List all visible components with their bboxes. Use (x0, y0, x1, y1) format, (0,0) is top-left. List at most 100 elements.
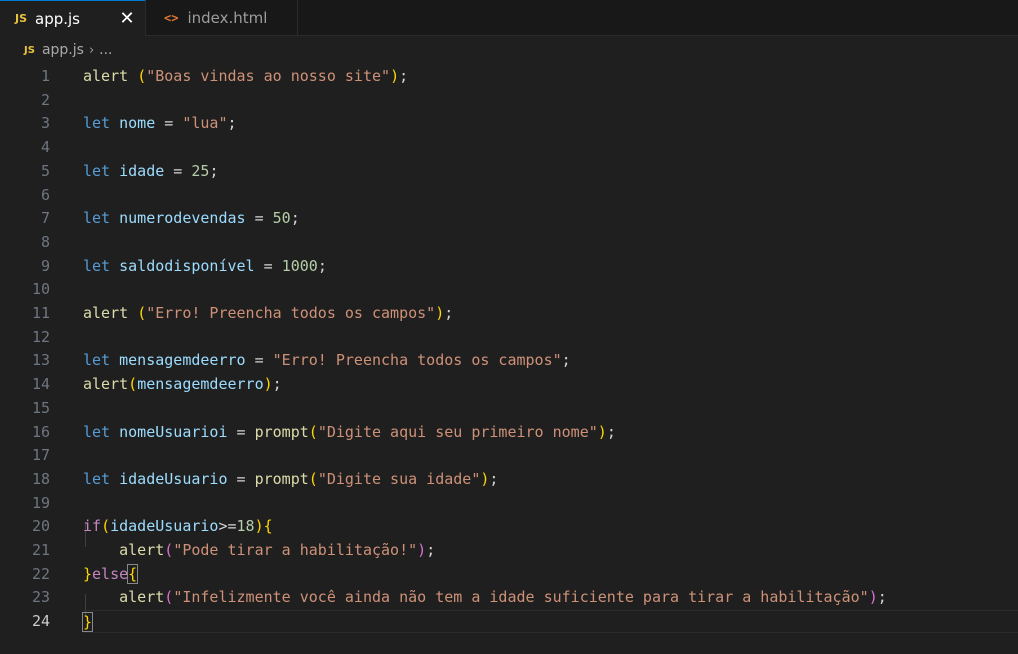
code-token: else (92, 564, 129, 583)
code-line[interactable]: 18 let idadeUsuario = prompt("Digite sua … (0, 468, 1018, 491)
code-line[interactable]: 22}else{ (0, 563, 1018, 586)
code-token: alert (119, 541, 165, 559)
code-token: alert (83, 304, 129, 322)
code-line[interactable]: 1 alert ("Boas vindas ao nosso site"); (0, 65, 1018, 88)
code-line[interactable]: 17 (0, 444, 1018, 467)
code-line[interactable]: 16 let nomeUsuarioi = prompt("Digite aqui… (0, 421, 1018, 444)
code-token: ( (137, 67, 147, 85)
code-token: let (83, 161, 111, 180)
code-line[interactable]: 11 alert ("Erro! Preencha todos os campos… (0, 302, 1018, 325)
code-line[interactable]: 3 let nome = "lua"; (0, 112, 1018, 135)
line-code: }else{ (83, 563, 1018, 586)
code-line[interactable]: 21 alert("Pode tirar a habilitação!"); (0, 539, 1018, 562)
line-number: 9 (40, 256, 50, 275)
line-number: 14 (31, 375, 50, 394)
code-line[interactable]: 13 let mensagemdeerro = "Erro! Preencha t… (0, 349, 1018, 372)
code-token: alert (119, 588, 165, 607)
line-code: let idadeUsuario = prompt("Digite sua id… (83, 468, 1018, 491)
code-line[interactable]: 10 (0, 278, 1018, 301)
line-code: let numerodevendas = 50; (83, 207, 1018, 230)
tab-label: index.html (187, 8, 268, 27)
line-number: 18 (31, 469, 50, 488)
chevron-right-icon: › (88, 42, 95, 58)
code-token: 1000 (281, 256, 318, 275)
code-token: ( (164, 588, 174, 607)
code-token: idadeUsuario (119, 469, 228, 488)
code-line[interactable]: 24} (0, 610, 1018, 634)
code-line[interactable]: 19 (0, 492, 1018, 515)
breadcrumb-more[interactable]: ... (99, 42, 112, 58)
code-line[interactable]: 7 let numerodevendas = 50; (0, 207, 1018, 230)
code-line[interactable]: 23 alert("Infelizmente você ainda não te… (0, 586, 1018, 609)
code-token: = (164, 161, 192, 180)
code-token: ( (308, 469, 318, 488)
close-icon[interactable]: ✕ (118, 8, 136, 29)
code-token: ( (128, 375, 138, 394)
line-code: let mensagemdeerro = "Erro! Preencha tod… (83, 349, 1018, 372)
line-number: 5 (40, 161, 50, 180)
code-token: ; (399, 67, 409, 85)
code-line[interactable]: 5 let idade = 25; (0, 160, 1018, 183)
code-line[interactable]: 15 (0, 397, 1018, 420)
code-token: idadeUsuario (110, 517, 219, 536)
code-line[interactable]: 9 let saldodisponível = 1000; (0, 255, 1018, 278)
breadcrumb-file[interactable]: app.js (42, 42, 84, 58)
code-token: ( (137, 304, 147, 322)
code-line[interactable]: 14 alert(mensagemdeerro); (0, 373, 1018, 396)
code-token: ; (272, 375, 282, 394)
code-line[interactable]: 4 (0, 136, 1018, 159)
code-line[interactable]: 6 (0, 184, 1018, 207)
code-editor[interactable]: 1 alert ("Boas vindas ao nosso site"); 2 3 l… (0, 64, 1018, 654)
code-token: let (83, 351, 111, 370)
code-line[interactable]: 8 (0, 231, 1018, 254)
code-token: numerodevendas (119, 209, 246, 228)
code-token: ( (101, 517, 111, 536)
line-number: 11 (31, 304, 50, 322)
code-token: alert (83, 67, 129, 85)
line-number: 21 (31, 541, 50, 559)
code-token: ; (227, 114, 237, 133)
code-line[interactable]: 12 (0, 326, 1018, 349)
code-token: "Digite sua idade" (317, 469, 481, 488)
tab-index-html[interactable]: <> index.html (146, 0, 298, 35)
tab-label: app.js (35, 9, 81, 28)
code-token: let (83, 209, 111, 228)
code-token: "Boas vindas ao nosso site" (146, 67, 391, 85)
tab-app-js[interactable]: JS app.js ✕ (0, 0, 146, 36)
code-line[interactable]: 20 if(idadeUsuario>=18){ (0, 515, 1018, 538)
code-token: ; (877, 588, 887, 607)
code-token: alert (83, 375, 129, 394)
code-token: prompt (254, 422, 309, 441)
code-token: 25 (191, 161, 210, 180)
line-number: 6 (40, 185, 50, 204)
line-number: 13 (31, 351, 50, 370)
code-token: prompt (254, 469, 309, 488)
line-number: 12 (31, 327, 50, 346)
code-token: = (245, 351, 273, 370)
code-token: mensagemdeerro (119, 351, 246, 370)
line-code: let idade = 25; (83, 160, 1018, 183)
code-token: } (83, 564, 93, 583)
code-token: { (263, 517, 273, 536)
line-number: 24 (31, 612, 50, 631)
line-code: alert ("Boas vindas ao nosso site"); (83, 65, 1018, 88)
code-token: ; (606, 422, 616, 441)
code-token: ) (254, 517, 264, 536)
code-token: "Digite aqui seu primeiro nome" (317, 422, 598, 441)
code-line[interactable]: 2 (0, 89, 1018, 112)
code-token: 50 (272, 209, 291, 228)
code-token: ) (435, 304, 445, 322)
line-number: 8 (40, 232, 50, 251)
line-code: if(idadeUsuario>=18){ (83, 515, 1018, 538)
code-token: ) (597, 422, 607, 441)
